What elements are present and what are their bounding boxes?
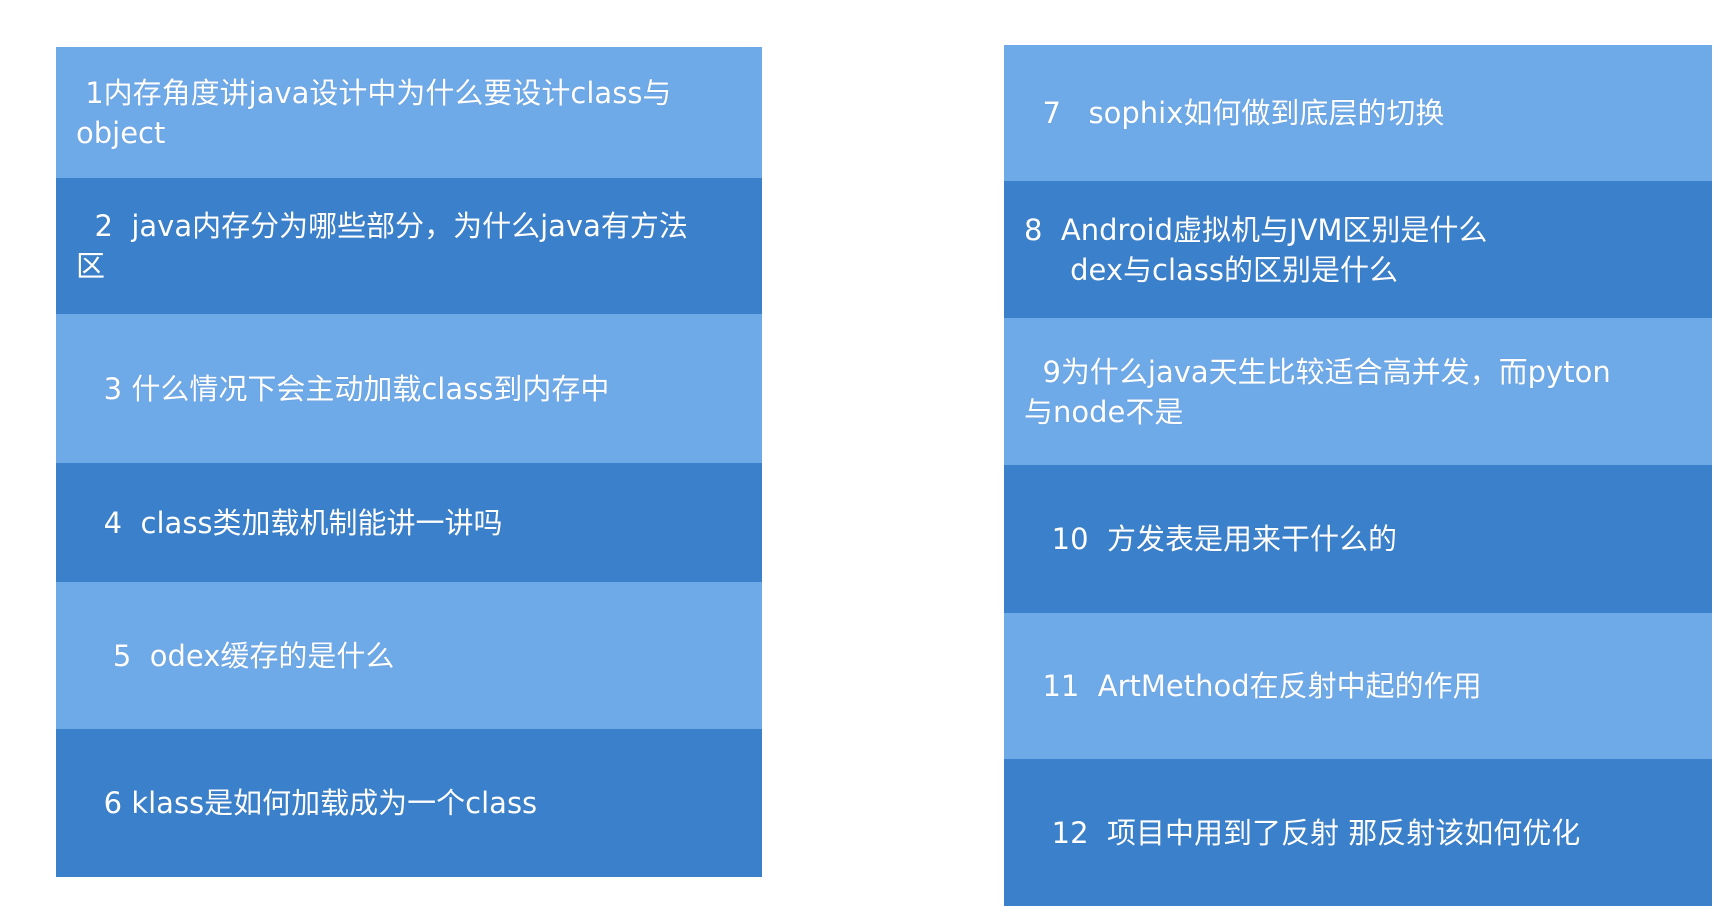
question-cell-11: 11 ArtMethod在反射中起的作用 xyxy=(1004,613,1712,759)
question-cell-10: 10 方发表是用来干什么的 xyxy=(1004,465,1712,613)
question-text-10: 10 方发表是用来干什么的 xyxy=(1024,522,1397,556)
question-text-6: 6 klass是如何加载成为一个class xyxy=(76,786,538,820)
question-text-7: 7 sophix如何做到底层的切换 xyxy=(1024,96,1445,130)
question-text-5: 5 odex缓存的是什么 xyxy=(76,638,395,673)
right-question-column: 7 sophix如何做到底层的切换 8 Android虚拟机与JVM区别是什么 … xyxy=(1004,45,1712,906)
question-cell-6: 6 klass是如何加载成为一个class xyxy=(56,729,762,877)
question-cell-4: 4 class类加载机制能讲一讲吗 xyxy=(56,463,762,582)
question-cell-3: 3 什么情况下会主动加载class到内存中 xyxy=(56,314,762,463)
question-text-12: 12 项目中用到了反射 那反射该如何优化 xyxy=(1024,815,1581,850)
question-text-9: 9为什么java天生比较适合高并发，而pyton 与node不是 xyxy=(1024,354,1611,429)
left-question-column: 1内存角度讲java设计中为什么要设计class与 object 2 java内… xyxy=(56,47,762,877)
question-cell-12: 12 项目中用到了反射 那反射该如何优化 xyxy=(1004,759,1712,906)
question-cell-9: 9为什么java天生比较适合高并发，而pyton 与node不是 xyxy=(1004,318,1712,465)
question-cell-7: 7 sophix如何做到底层的切换 xyxy=(1004,45,1712,181)
question-text-4: 4 class类加载机制能讲一讲吗 xyxy=(76,505,503,540)
question-cell-1: 1内存角度讲java设计中为什么要设计class与 object xyxy=(56,47,762,178)
question-text-2: 2 java内存分为哪些部分，为什么java有方法 区 xyxy=(76,209,688,283)
question-text-3: 3 什么情况下会主动加载class到内存中 xyxy=(76,371,610,406)
question-cell-5: 5 odex缓存的是什么 xyxy=(56,582,762,729)
question-text-11: 11 ArtMethod在反射中起的作用 xyxy=(1024,669,1482,703)
question-cell-8: 8 Android虚拟机与JVM区别是什么 dex与class的区别是什么 xyxy=(1004,181,1712,318)
question-text-1: 1内存角度讲java设计中为什么要设计class与 object xyxy=(76,75,672,150)
question-text-8: 8 Android虚拟机与JVM区别是什么 dex与class的区别是什么 xyxy=(1024,212,1488,287)
question-cell-2: 2 java内存分为哪些部分，为什么java有方法 区 xyxy=(56,178,762,314)
